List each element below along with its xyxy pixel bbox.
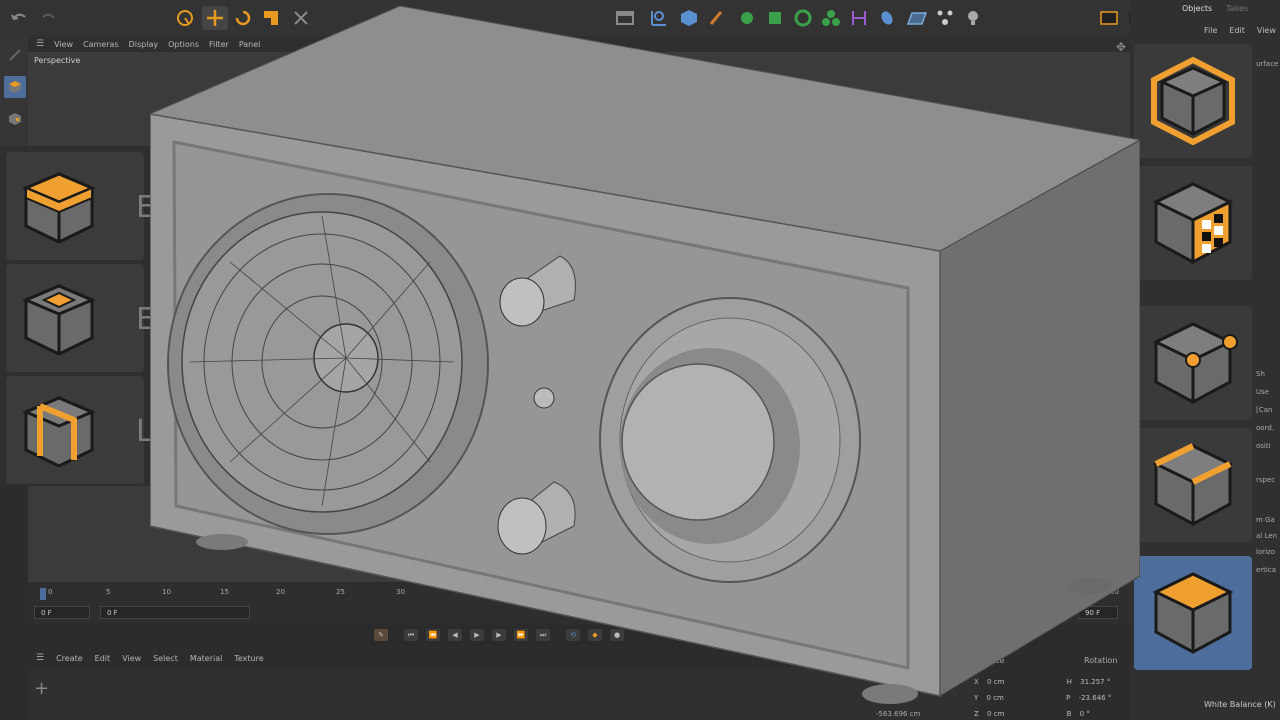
attr-label-horizontal: lorizo <box>1256 548 1276 556</box>
attr-label-sh: Sh <box>1256 370 1265 378</box>
center-button[interactable] <box>533 387 555 409</box>
attr-label-perspective: rspec <box>1256 476 1276 484</box>
redo-icon[interactable] <box>36 6 62 30</box>
polygon-mode-tile[interactable] <box>1134 44 1252 158</box>
attr-label-gauge: m Ga <box>1256 516 1275 524</box>
point-mode-icon <box>1152 322 1238 404</box>
white-balance-label: White Balance (K) <box>1204 700 1276 709</box>
material-menu-view[interactable]: View <box>122 654 141 663</box>
menu-cameras[interactable]: Cameras <box>83 40 119 49</box>
edge-mode-icon <box>1152 443 1234 526</box>
material-menu-icon[interactable]: ☰ <box>36 653 44 663</box>
cube-inner-orange-icon <box>22 284 96 356</box>
radio-model[interactable] <box>150 6 1140 720</box>
attr-label-surface: urface <box>1256 60 1279 68</box>
edge-mode-tile[interactable] <box>1134 428 1252 542</box>
menu-view[interactable]: View <box>54 40 73 49</box>
object-manager-tabs: Objects Takes <box>1182 4 1248 13</box>
attr-label-cam: [Can <box>1256 406 1273 414</box>
playhead[interactable] <box>40 588 46 600</box>
material-menu-create[interactable]: Create <box>56 654 83 663</box>
left-mode-strip <box>0 36 28 146</box>
object-manager-menu: File Edit View <box>1204 26 1276 35</box>
cube-loop-orange-icon <box>22 396 96 468</box>
attr-label-coord: oord. <box>1256 424 1274 432</box>
attr-label-vertical: ertica <box>1256 566 1277 574</box>
viewport-menu-icon[interactable]: ☰ <box>36 39 44 49</box>
mesh-tool-panel: E E L <box>0 146 155 486</box>
viewport-camera-label: Perspective <box>34 56 81 65</box>
extrude-inner-tool-tile[interactable]: E <box>6 264 155 372</box>
attr-label-position: ositi <box>1256 442 1271 450</box>
tuning-dial[interactable] <box>599 297 861 583</box>
right-panel: Objects Takes File Edit View urface Sh U… <box>1130 0 1280 720</box>
tab-takes[interactable]: Takes <box>1226 4 1248 13</box>
loop-cut-tool-tile[interactable]: L <box>6 376 153 484</box>
undo-icon[interactable] <box>6 6 32 30</box>
start-frame-field[interactable]: 0 F <box>34 606 90 619</box>
model-mode-icon <box>1152 572 1234 654</box>
om-menu-view[interactable]: View <box>1257 26 1276 35</box>
model-mode-tile[interactable] <box>1134 556 1252 670</box>
model-mode-mini-icon[interactable] <box>4 76 26 98</box>
om-menu-edit[interactable]: Edit <box>1229 26 1245 35</box>
tick-0: 0 <box>48 588 53 596</box>
polygon-mode-icon <box>1151 56 1235 146</box>
om-menu-file[interactable]: File <box>1204 26 1217 35</box>
tab-objects[interactable]: Objects <box>1182 4 1212 13</box>
add-material-icon[interactable]: + <box>34 678 49 699</box>
make-editable-icon[interactable] <box>4 44 26 66</box>
point-mode-tile[interactable] <box>1134 306 1252 420</box>
tick-5: 5 <box>106 588 111 596</box>
extrude-tool-tile[interactable]: E <box>6 152 155 260</box>
attr-label-lens: al Len <box>1256 532 1277 540</box>
material-menu-edit[interactable]: Edit <box>95 654 111 663</box>
texture-mode-tile[interactable] <box>1134 166 1252 280</box>
attr-label-use: Use <box>1256 388 1270 396</box>
texture-mode-mini-icon[interactable] <box>4 108 26 130</box>
speaker-cone <box>167 193 489 535</box>
cube-top-orange-icon <box>22 172 96 244</box>
texture-mode-icon <box>1152 182 1234 265</box>
